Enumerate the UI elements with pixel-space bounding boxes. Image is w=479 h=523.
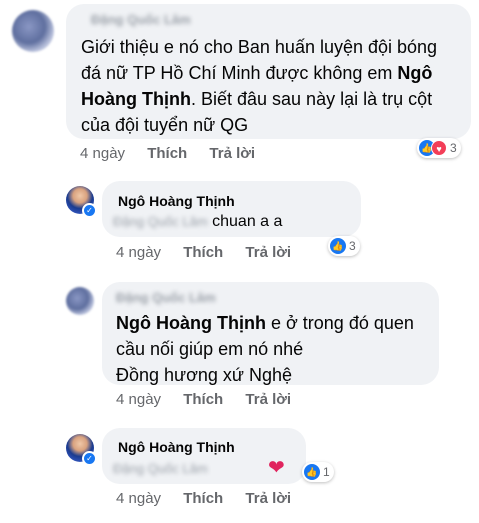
comment-author[interactable]: Ngô Hoàng Thịnh	[118, 193, 235, 209]
reply-button[interactable]: Trả lời	[209, 145, 255, 162]
comment-text: Đặng Quốc Lâm	[113, 458, 208, 480]
comment-author[interactable]: Đặng Quốc Lâm	[116, 289, 216, 305]
comment-text: Ngô Hoàng Thịnh e ở trong đó quen cầu nố…	[116, 313, 414, 385]
comment-bubble: Ngô Hoàng Thịnh Đặng Quốc Lâm chuan a a	[102, 181, 361, 237]
reaction-summary[interactable]: 👍 1	[302, 462, 334, 482]
comment-time[interactable]: 4 ngày	[116, 244, 161, 261]
like-icon: 👍	[304, 464, 320, 480]
comment-time[interactable]: 4 ngày	[80, 145, 125, 162]
verified-badge-icon: ✓	[82, 203, 97, 218]
comment-actions: 4 ngày Thích Trả lời	[80, 145, 273, 162]
reaction-summary[interactable]: 👍 3	[328, 236, 360, 256]
comment-time[interactable]: 4 ngày	[116, 490, 161, 507]
comment-text: Giới thiệu e nó cho Ban huấn luyện đội b…	[81, 37, 438, 135]
like-button[interactable]: Thích	[147, 145, 187, 162]
reaction-summary[interactable]: 👍 ♥ 3	[417, 138, 461, 158]
reply-button[interactable]: Trả lời	[245, 244, 291, 261]
comment-author[interactable]: Ngô Hoàng Thịnh	[118, 439, 235, 455]
reaction-count: 3	[450, 141, 457, 155]
mention-link[interactable]: Hoàng Thịnh	[81, 89, 191, 109]
mention-link[interactable]: Ngô	[397, 63, 432, 83]
like-button[interactable]: Thích	[183, 490, 223, 507]
like-button[interactable]: Thích	[183, 391, 223, 408]
comment-bubble: Đặng Quốc Lâm Giới thiệu e nó cho Ban hu…	[66, 4, 471, 139]
like-button[interactable]: Thích	[183, 244, 223, 261]
comment-time[interactable]: 4 ngày	[116, 391, 161, 408]
mention-link[interactable]: Đặng Quốc Lâm	[113, 458, 208, 480]
heart-emoji: ❤	[268, 457, 285, 479]
comment-bubble: Đặng Quốc Lâm Ngô Hoàng Thịnh e ở trong …	[102, 282, 439, 385]
reply-button[interactable]: Trả lời	[245, 490, 291, 507]
mention-link[interactable]: Đặng Quốc Lâm	[113, 211, 208, 233]
like-icon: 👍	[330, 238, 346, 254]
mention-link[interactable]: Ngô Hoàng Thịnh	[116, 313, 266, 333]
reply-button[interactable]: Trả lời	[245, 391, 291, 408]
comment-actions: 4 ngày Thích Trả lời	[116, 490, 309, 507]
comment-actions: 4 ngày Thích Trả lời	[116, 244, 309, 261]
love-icon: ♥	[431, 140, 447, 156]
verified-badge-icon: ✓	[82, 451, 97, 466]
commenter-avatar[interactable]	[12, 10, 54, 52]
commenter-avatar[interactable]	[66, 287, 94, 315]
comment-actions: 4 ngày Thích Trả lời	[116, 391, 309, 408]
reaction-count: 1	[323, 465, 330, 479]
comment-author[interactable]: Đặng Quốc Lâm	[91, 11, 191, 27]
reaction-count: 3	[349, 239, 356, 253]
comment-text: Đặng Quốc Lâm chuan a a	[113, 211, 282, 233]
